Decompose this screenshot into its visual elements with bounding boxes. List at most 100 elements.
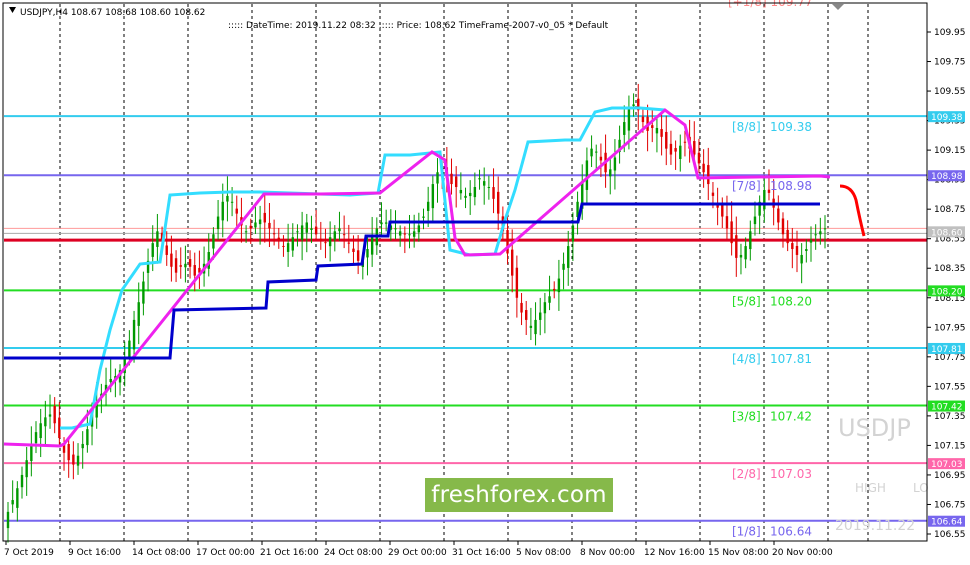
candle-body (627, 107, 631, 131)
price-tick-label: 108.75 (934, 205, 966, 215)
candle-body (170, 253, 173, 267)
candle-body (249, 225, 252, 229)
candle-body (534, 319, 537, 335)
candle-body (725, 216, 729, 229)
candle-body (408, 234, 411, 236)
candle-body (235, 208, 238, 214)
candle-body (669, 143, 673, 155)
brand-watermark: freshforex.com (425, 478, 613, 512)
candle-body (128, 340, 131, 359)
candle-body (426, 201, 430, 211)
candle-body (459, 189, 463, 194)
candle-body (216, 216, 220, 230)
candle-body (744, 246, 747, 260)
time-tick-label: 24 Oct 08:00 (324, 548, 383, 558)
candle-body (468, 192, 472, 197)
candle-body (67, 444, 70, 461)
ghost-date: 2019.11.22 (835, 518, 915, 534)
candle-body (613, 157, 617, 171)
candle-body (151, 243, 154, 257)
candle-body (226, 195, 229, 202)
time-tick-label: 21 Oct 16:00 (260, 548, 319, 558)
axis-price-tag-text: 107.03 (931, 460, 963, 470)
candle-body (300, 225, 304, 240)
candle-body (305, 222, 308, 233)
candle-body (319, 238, 322, 241)
candle-body (53, 406, 56, 424)
candle-body (641, 116, 645, 123)
price-tick-label: 106.95 (934, 471, 966, 481)
price-tick-label: 107.15 (934, 441, 966, 451)
candle-body (282, 245, 285, 247)
candle-body (454, 176, 458, 188)
time-tick-label: 20 Nov 00:00 (772, 548, 833, 558)
candle-body (562, 263, 565, 270)
time-tick-label: 17 Oct 00:00 (196, 548, 255, 558)
candle-body (707, 165, 710, 185)
axis-price-tag-text: 108.98 (931, 172, 963, 182)
top-level-label: [+1/8] 109.77 (728, 0, 813, 9)
price-tick-label: 106.55 (934, 530, 966, 540)
candle-body (39, 423, 42, 439)
candle-body (739, 254, 743, 258)
candle-body (791, 243, 794, 250)
candle-body (356, 250, 360, 261)
candle-body (384, 222, 388, 224)
candle-body (314, 226, 318, 235)
candle-body (412, 231, 416, 237)
candle-body (34, 432, 38, 444)
candle-body (599, 156, 603, 161)
candle-body (156, 231, 159, 247)
price-tick-label: 106.75 (934, 500, 966, 510)
candle-body (781, 218, 785, 235)
candle-body (76, 455, 80, 466)
murrey-level-label: [5/8] (732, 294, 761, 308)
candle-body (333, 231, 336, 240)
candle-body (557, 278, 561, 293)
murrey-level-price: 106.64 (770, 525, 812, 539)
time-tick-label: 9 Oct 16:00 (68, 548, 121, 558)
candle-body (497, 191, 500, 214)
candle-body (763, 189, 766, 210)
candle-body (277, 237, 280, 241)
candle-body (571, 225, 575, 242)
candle-body (595, 151, 598, 153)
candle-body (492, 187, 495, 199)
candle-body (324, 242, 327, 244)
candle-body (230, 201, 234, 203)
candle-body (20, 474, 24, 488)
chart-window: [8/8] 109.38 [7/8] 108.98 [5/8] 108.20 [4/8] 10… (0, 0, 970, 565)
candle-body (632, 104, 635, 107)
price-tick-label: 107.55 (934, 382, 966, 392)
candle-body (417, 225, 421, 233)
candle-body (674, 148, 677, 152)
candle-body (823, 228, 827, 230)
candle-body (525, 310, 528, 320)
candle-body (795, 245, 799, 255)
candle-body (543, 302, 547, 314)
candle-body (683, 141, 687, 143)
current-price-tag-text: 108.60 (931, 228, 963, 238)
candle-body (370, 237, 374, 255)
price-tick-label: 109.95 (934, 28, 966, 38)
candle-body (221, 201, 224, 221)
candle-body (548, 296, 551, 303)
candle-body (819, 231, 822, 235)
candle-body (777, 208, 780, 223)
candle-body (44, 417, 47, 427)
candle-body (473, 187, 477, 198)
candle-body (735, 235, 738, 258)
price-tick-label: 108.35 (934, 264, 966, 274)
candle-body (380, 222, 383, 225)
candle-body (109, 378, 112, 383)
candle-body (511, 249, 514, 276)
candle-body (258, 219, 262, 225)
candle-body (286, 243, 290, 252)
murrey-level-label: [3/8] (732, 410, 761, 424)
axis-price-tag-text: 109.38 (931, 113, 963, 123)
murrey-level-label: [2/8] (732, 467, 761, 481)
candle-body (268, 222, 271, 229)
candle-body (697, 152, 701, 164)
candle-body (520, 302, 523, 313)
candle-body (651, 125, 654, 128)
